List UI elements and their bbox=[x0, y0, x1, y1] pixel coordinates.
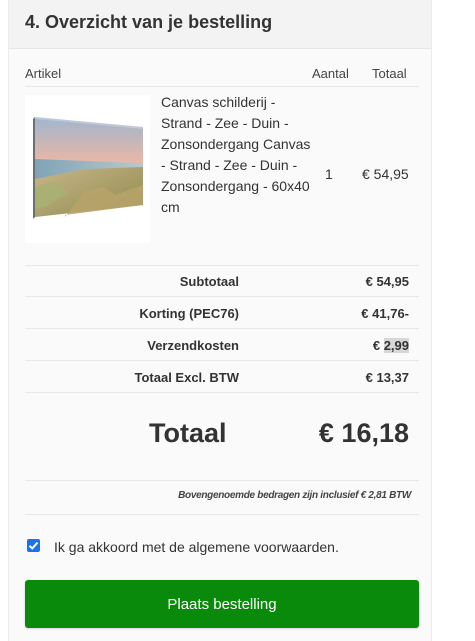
shipping-value: € 2,99 bbox=[309, 338, 409, 353]
product-image bbox=[25, 95, 150, 243]
discount-label: Korting (PEC76) bbox=[139, 306, 239, 321]
column-header-totaal: Totaal bbox=[372, 66, 407, 81]
product-line-total: € 54,95 bbox=[362, 166, 409, 182]
terms-checkbox[interactable] bbox=[27, 539, 40, 552]
panel-title: 4. Overzicht van je bestelling bbox=[25, 12, 273, 32]
divider bbox=[25, 265, 419, 266]
total-excl-vat-value: € 13,37 bbox=[365, 370, 409, 385]
column-header-artikel: Artikel bbox=[25, 66, 62, 81]
divider bbox=[25, 328, 419, 329]
subtotal-value: € 54,95 bbox=[365, 274, 409, 289]
place-order-button[interactable]: Plaats bestelling bbox=[25, 580, 419, 628]
product-name: Canvas schilderij - Strand - Zee - Duin … bbox=[161, 94, 311, 215]
canvas-beach-dune-sunset-image bbox=[25, 95, 150, 243]
checkmark-icon bbox=[28, 541, 39, 550]
panel-header: 4. Overzicht van je bestelling bbox=[9, 0, 431, 49]
vat-note: Bovengenoemde bedragen zijn inclusief € … bbox=[178, 490, 411, 501]
divider bbox=[25, 514, 419, 515]
divider bbox=[25, 296, 419, 297]
divider bbox=[25, 392, 419, 393]
grand-total-value: € 16,18 bbox=[318, 418, 409, 448]
column-header-aantal: Aantal bbox=[312, 66, 349, 81]
order-summary-panel: 4. Overzicht van je bestelling Artikel A… bbox=[8, 0, 432, 641]
divider bbox=[25, 480, 419, 481]
divider bbox=[25, 86, 419, 87]
subtotal-label: Subtotaal bbox=[179, 274, 239, 289]
product-quantity: 1 bbox=[325, 166, 333, 182]
grand-total-label: Totaal bbox=[149, 418, 227, 448]
discount-value: € 41,76- bbox=[361, 306, 409, 321]
shipping-amount-highlight: 2,99 bbox=[383, 338, 409, 353]
divider bbox=[25, 360, 419, 361]
total-excl-vat-label: Totaal Excl. BTW bbox=[134, 370, 240, 385]
terms-label[interactable]: Ik ga akkoord met de algemene voorwaarde… bbox=[54, 539, 339, 555]
shipping-currency: € bbox=[372, 338, 384, 353]
shipping-label: Verzendkosten bbox=[147, 338, 239, 353]
